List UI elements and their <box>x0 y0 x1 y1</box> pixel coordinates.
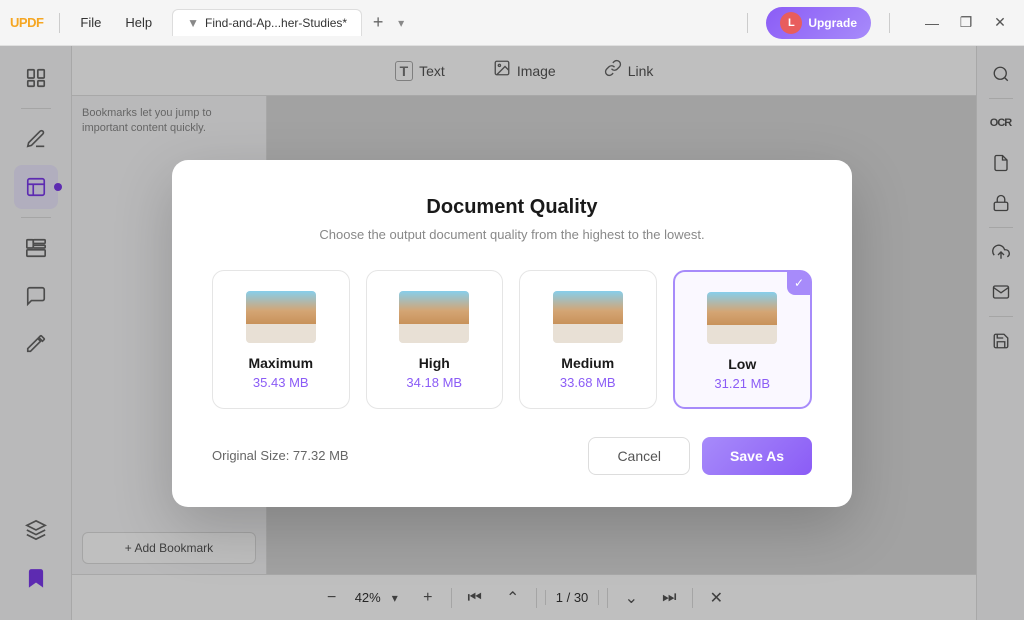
divider-3 <box>889 13 890 33</box>
divider-1 <box>59 13 60 33</box>
title-bar-right: L Upgrade — ❐ ✕ <box>737 7 1014 39</box>
menu-help[interactable]: Help <box>115 11 162 34</box>
logo-up: UP <box>10 15 27 30</box>
maximum-label: Maximum <box>248 355 313 371</box>
quality-card-medium[interactable]: Medium 33.68 MB <box>519 270 657 409</box>
window-controls: — ❐ ✕ <box>918 9 1014 37</box>
document-quality-modal: Document Quality Choose the output docum… <box>172 160 852 507</box>
main-layout: T Text Image Link Bookmarks let you jump… <box>0 46 1024 620</box>
maximize-button[interactable]: ❐ <box>952 9 980 37</box>
menu-bar: File Help <box>70 11 162 34</box>
high-label: High <box>419 355 450 371</box>
tab-bar: ▼ Find-and-Ap...her-Studies* + ▾ <box>172 9 727 36</box>
medium-size: 33.68 MB <box>560 375 616 390</box>
upgrade-button[interactable]: L Upgrade <box>766 7 871 39</box>
cancel-button[interactable]: Cancel <box>588 437 690 475</box>
quality-card-high[interactable]: High 34.18 MB <box>366 270 504 409</box>
quality-card-maximum[interactable]: Maximum 35.43 MB <box>212 270 350 409</box>
quality-thumbnail-high <box>399 291 469 343</box>
close-button[interactable]: ✕ <box>986 9 1014 37</box>
tab-title: Find-and-Ap...her-Studies* <box>205 16 347 30</box>
modal-title: Document Quality <box>212 196 812 219</box>
original-size-label: Original Size: 77.32 MB <box>212 448 349 463</box>
tab-list-dropdown[interactable]: ▾ <box>398 16 404 30</box>
low-size: 31.21 MB <box>714 376 770 391</box>
quality-thumbnail-medium <box>553 291 623 343</box>
save-as-button[interactable]: Save As <box>702 437 812 475</box>
logo-df: DF <box>27 15 43 30</box>
modal-actions: Cancel Save As <box>588 437 812 475</box>
selected-check-icon: ✓ <box>787 271 811 295</box>
modal-subtitle: Choose the output document quality from … <box>212 227 812 242</box>
menu-file[interactable]: File <box>70 11 111 34</box>
modal-footer: Original Size: 77.32 MB Cancel Save As <box>212 437 812 475</box>
low-label: Low <box>728 356 756 372</box>
modal-overlay: Document Quality Choose the output docum… <box>0 46 1024 620</box>
quality-thumbnail-maximum <box>246 291 316 343</box>
quality-thumbnail-low <box>707 292 777 344</box>
active-tab[interactable]: ▼ Find-and-Ap...her-Studies* <box>172 9 362 36</box>
quality-options: Maximum 35.43 MB High 34.18 MB <box>212 270 812 409</box>
title-bar: UPDF File Help ▼ Find-and-Ap...her-Studi… <box>0 0 1024 46</box>
new-tab-button[interactable]: + <box>366 11 390 35</box>
minimize-button[interactable]: — <box>918 9 946 37</box>
user-avatar: L <box>780 12 802 34</box>
divider-2 <box>747 13 748 33</box>
medium-label: Medium <box>561 355 614 371</box>
quality-card-low[interactable]: ✓ Low 31.21 MB <box>673 270 813 409</box>
maximum-size: 35.43 MB <box>253 375 309 390</box>
upgrade-label: Upgrade <box>808 16 857 30</box>
app-logo: UPDF <box>10 15 43 30</box>
tab-dropdown-icon: ▼ <box>187 16 199 30</box>
high-size: 34.18 MB <box>406 375 462 390</box>
